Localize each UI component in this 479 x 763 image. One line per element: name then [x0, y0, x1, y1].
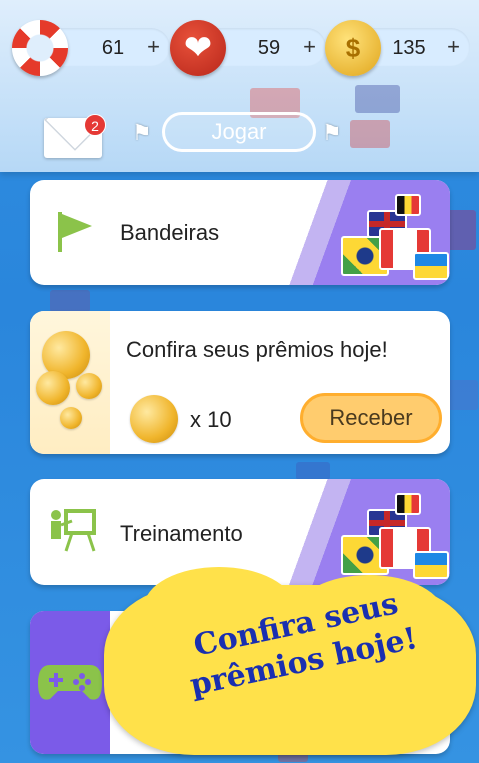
daily-reward-card: Confira seus prêmios hoje! x 10 Receber [30, 311, 450, 454]
heart-icon: ❤ [170, 20, 226, 76]
add-coins-button[interactable]: + [447, 34, 460, 60]
background-flag [296, 462, 330, 480]
flags-banner [285, 180, 450, 285]
training-board-icon [51, 509, 96, 552]
flag-icon [58, 212, 92, 252]
belgium-flag [395, 194, 421, 216]
training-banner [285, 479, 450, 585]
daily-reward-title: Confira seus prêmios hoje! [126, 337, 388, 362]
background-flag [355, 85, 400, 113]
coins-pile-image [30, 311, 110, 454]
background-flag [50, 290, 90, 312]
mail-badge: 2 [84, 114, 106, 136]
coin-icon [130, 395, 178, 443]
receive-button[interactable]: Receber [300, 393, 442, 443]
lives-value: 61 [101, 37, 125, 59]
flags-title: Bandeiras [120, 220, 220, 245]
add-lives-button[interactable]: + [147, 34, 160, 60]
coins-icon: $ [325, 20, 381, 76]
coins-value: 135 [392, 37, 426, 59]
training-title: Treinamento [120, 521, 243, 546]
game-panel [30, 611, 110, 754]
belgium-flag [395, 493, 421, 515]
play-button[interactable]: Jogar [162, 112, 316, 152]
add-hearts-button[interactable]: + [303, 34, 316, 60]
ukraine-flag [413, 252, 449, 280]
flag-right-icon: ⚑ [322, 120, 342, 145]
flag-left-icon: ⚑ [132, 120, 152, 145]
reward-amount: x 10 [190, 407, 232, 432]
flags-card[interactable]: Bandeiras [30, 180, 450, 285]
gamepad-icon [38, 665, 102, 700]
lifebuoy-icon [12, 20, 68, 76]
background-flag [350, 120, 390, 148]
top-bar: 61 + 59 + ❤ 135 + $ 2 ⚑ Jogar ⚑ [0, 0, 479, 172]
ukraine-flag [413, 551, 449, 579]
hearts-value: 59 [257, 37, 281, 59]
